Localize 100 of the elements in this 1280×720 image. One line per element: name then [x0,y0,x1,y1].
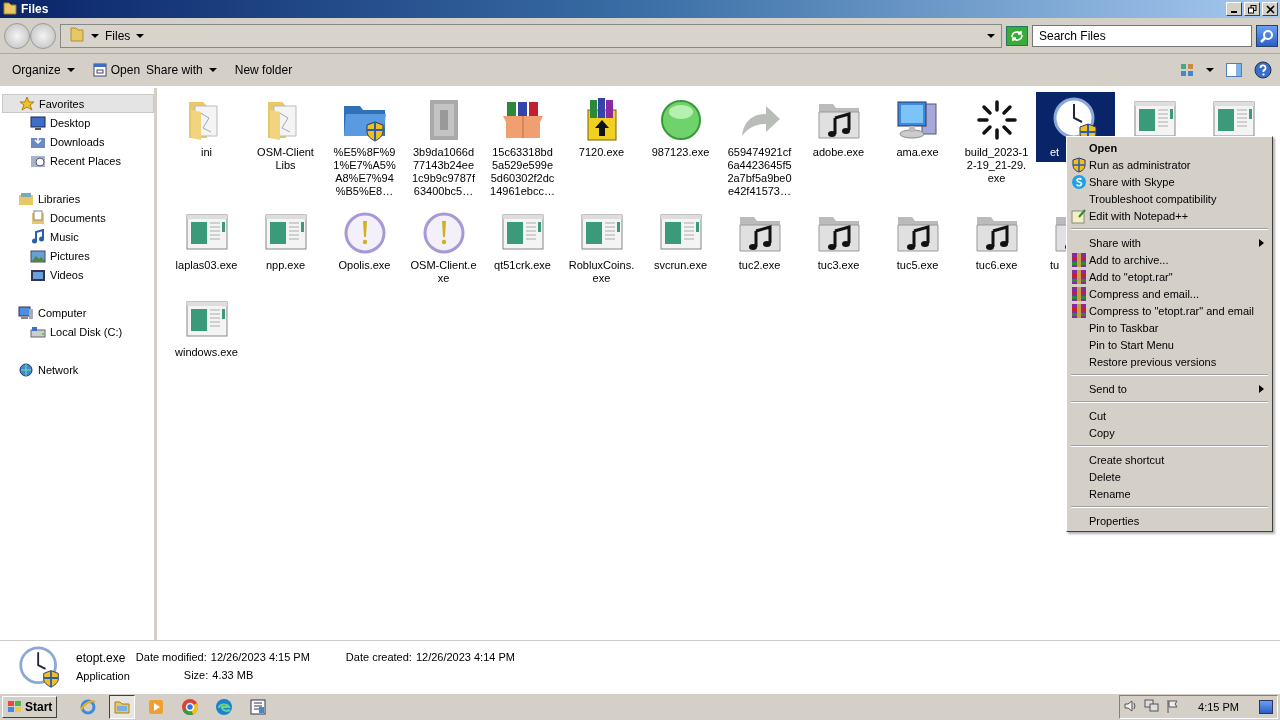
toolbar-button[interactable]: New folder [234,61,293,79]
menu-item[interactable]: Create shortcut [1069,451,1270,468]
minimize-icon [1231,11,1237,13]
sidebar-item[interactable]: Desktop [2,113,154,132]
property-label: Date created: [345,651,412,664]
menu-item[interactable]: Add to "etopt.rar" [1069,268,1270,285]
file-item[interactable]: ama.exe [878,92,957,162]
menu-item[interactable]: Share with [1069,234,1270,251]
submenu-arrow-icon [1259,384,1264,393]
file-item[interactable]: OSM-Client.e xe [404,205,483,288]
menu-item[interactable]: Send to [1069,380,1270,397]
property-value: 12/26/2023 4:14 PM [415,651,515,664]
start-button[interactable]: Start [2,696,58,718]
file-item[interactable]: %E5%8F%9 1%E7%A5% A8%E7%94 %B5%E8… [325,92,404,201]
file-item[interactable]: 659474921cf 6a4423645f5 2a7bf5a9be0 e42f41573… [720,92,799,201]
speaker-icon[interactable] [1124,699,1139,715]
menu-item[interactable]: Compress to "etopt.rar" and email [1069,302,1270,319]
file-item[interactable]: svcrun.exe [641,205,720,275]
menu-button[interactable]: Share with [146,61,203,79]
open-button[interactable]: Open [92,61,141,79]
sidebar-item[interactable]: Recent Places [2,151,154,170]
file-item[interactable]: adobe.exe [799,92,878,162]
breadcrumb[interactable]: Files [105,28,131,43]
view-options-button[interactable] [1180,63,1194,77]
close-button[interactable] [1262,2,1278,16]
file-item[interactable]: Opolis.exe [325,205,404,275]
minimize-button[interactable] [1226,2,1242,16]
help-icon [1254,61,1272,79]
file-item[interactable]: 15c63318bd 5a529e599e 5d60302f2dc 14961ebcc… [483,92,562,201]
menu-item[interactable]: Restore previous versions [1069,353,1270,370]
file-name: laplas03.exe [175,259,238,272]
file-name: ini [201,146,212,159]
clock-icon [18,644,62,689]
sidebar-item[interactable]: Favorites [2,94,154,113]
menu-item[interactable]: Pin to Start Menu [1069,336,1270,353]
flag-icon[interactable] [1166,699,1181,715]
caret-icon [208,68,217,72]
file-item[interactable]: tuc3.exe [799,205,878,275]
menu-item[interactable]: Cut [1069,407,1270,424]
file-item[interactable]: tuc5.exe [878,205,957,275]
music-icon [30,228,46,245]
search-button[interactable] [1256,24,1278,47]
file-name: windows.exe [175,346,238,359]
property-value: 4.33 MB [212,669,254,682]
menu-button[interactable]: Organize [12,61,61,79]
sidebar-item[interactable]: Pictures [2,246,154,265]
archive-icon [1071,251,1087,268]
show-desktop-button[interactable] [1259,700,1273,714]
file-item[interactable]: RobluxCoins. exe [562,205,641,288]
sidebar-item[interactable]: Downloads [2,132,154,151]
file-name: adobe.exe [812,146,865,159]
sidebar-item[interactable]: Music [2,227,154,246]
sidebar-item[interactable]: Documents [2,208,154,227]
file-item[interactable]: qt51crk.exe [483,205,562,275]
menu-item[interactable]: Troubleshoot compatibility [1069,190,1270,207]
address-bar[interactable]: Files [60,23,1002,48]
taskbar-button[interactable] [109,695,136,719]
restore-button[interactable] [1244,2,1260,16]
menu-item[interactable]: Properties [1069,512,1270,529]
archive-icon [1071,285,1087,302]
file-item[interactable]: windows.exe [167,292,246,362]
file-name: 659474921cf 6a4423645f5 2a7bf5a9be0 e42f41573… [727,146,792,198]
pictures-icon [30,247,46,264]
refresh-button[interactable] [1006,25,1028,46]
forward-button[interactable] [30,22,56,49]
archive-icon [1071,268,1087,285]
back-button[interactable] [4,22,30,49]
network-icon[interactable] [1144,699,1161,715]
sidebar-item[interactable]: Network [2,360,154,379]
file-item[interactable]: laplas03.exe [167,205,246,275]
help-button[interactable] [1254,61,1272,79]
file-item[interactable]: tuc2.exe [720,205,799,275]
view-icon [1180,63,1194,77]
file-item[interactable]: ini [167,92,246,162]
file-item[interactable]: build_2023-1 2-19_21-29. exe [957,92,1036,188]
library-icon [18,190,34,207]
preview-pane-button[interactable] [1226,63,1242,77]
file-item[interactable]: 987123.exe [641,92,720,162]
search-field[interactable]: Search Files [1032,24,1252,47]
sidebar-item[interactable]: Local Disk (C:) [2,322,154,341]
folder-icon [3,1,17,15]
sidebar-item[interactable]: Videos [2,265,154,284]
menu-item[interactable]: Compress and email... [1069,285,1270,302]
menu-item[interactable]: Delete [1069,468,1270,485]
desktop-icon [30,114,46,131]
menu-item[interactable]: Share with Skype [1069,173,1270,190]
sidebar-item[interactable]: Libraries [2,189,154,208]
file-item[interactable]: 7120.exe [562,92,641,162]
menu-item[interactable]: Edit with Notepad++ [1069,207,1270,224]
menu-item[interactable]: Rename [1069,485,1270,502]
menu-item[interactable]: Pin to Taskbar [1069,319,1270,336]
property-label: Size: [183,669,209,682]
file-item[interactable]: tuc6.exe [957,205,1036,275]
file-item[interactable]: 3b9da1066d 77143b24ee 1c9b9c9787f 63400bc5… [404,92,483,201]
menu-item[interactable]: Copy [1069,424,1270,441]
file-name: svcrun.exe [653,259,708,272]
file-item[interactable]: npp.exe [246,205,325,275]
sidebar-item[interactable]: Computer [2,303,154,322]
menu-item[interactable]: Add to archive... [1069,251,1270,268]
file-item[interactable]: OSM-Client Libs [246,92,325,175]
